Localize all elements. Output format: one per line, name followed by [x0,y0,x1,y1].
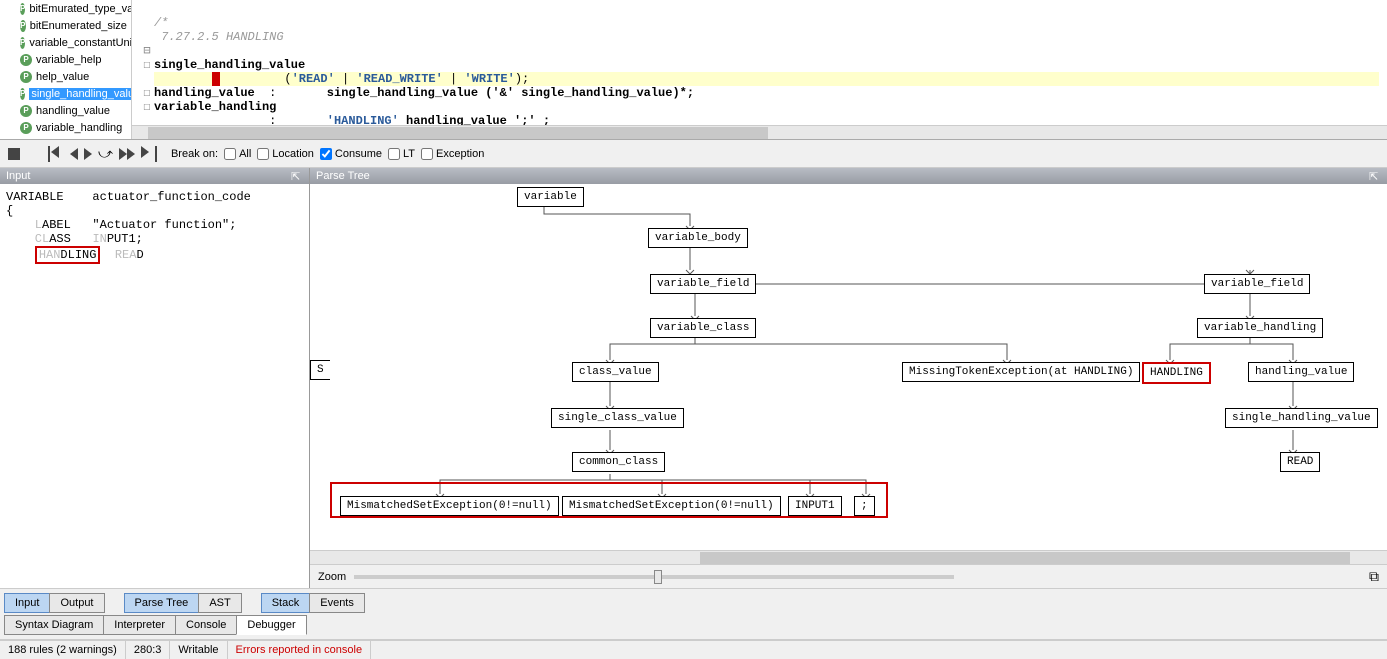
tab-output[interactable]: Output [49,593,104,613]
tab-stack[interactable]: Stack [261,593,311,613]
rule-item[interactable]: Pvariable_help [0,51,131,68]
zoom-slider[interactable] [354,575,954,579]
parse-tree-canvas[interactable]: variable variable_body S variable_field … [310,184,1387,550]
status-errors: Errors reported in console [228,641,372,659]
rules-list[interactable]: PbitEmurated_type_value PbitEnumerated_s… [0,0,132,139]
tab-console[interactable]: Console [175,615,237,635]
tab-input[interactable]: Input [4,593,50,613]
tree-node[interactable]: single_handling_value [1225,408,1378,428]
step-over-button[interactable]: ⤻ [98,145,113,162]
parser-rule-icon: P [20,88,25,100]
tree-node[interactable]: handling_value [1248,362,1354,382]
tree-node[interactable]: variable_field [1204,274,1310,294]
bookmark-icon[interactable]: ☐ [140,58,154,72]
rule-item[interactable]: PbitEnumerated_size [0,17,131,34]
code-rule-name: variable_handling [154,100,276,114]
code-editor[interactable]: /* 7.27.2.5 HANDLING ⊟ ☐single_handling_… [132,0,1387,139]
parse-tree-panel-header: Parse Tree ⇱ [310,168,1387,184]
zoom-thumb[interactable] [654,570,662,584]
parser-rule-icon: P [20,54,32,66]
status-rules: 188 rules (2 warnings) [0,641,126,659]
parser-rule-icon: P [20,37,25,49]
rule-item[interactable]: Pvariable_constantUnit [0,34,131,51]
input-text-area[interactable]: VARIABLE actuator_function_code { LABEL … [0,184,309,588]
rule-item[interactable]: Phandling_value [0,102,131,119]
rule-item-selected[interactable]: Psingle_handling_value [0,85,131,102]
status-writable: Writable [170,641,227,659]
rule-item[interactable]: Phelp_value [0,68,131,85]
tab-events[interactable]: Events [309,593,365,613]
rule-item[interactable]: PbitEmurated_type_value [0,0,131,17]
code-rule-name: single_handling_value [154,58,305,72]
tab-syntax-diagram[interactable]: Syntax Diagram [4,615,104,635]
code-comment: 7.27.2.5 HANDLING [154,30,284,44]
step-back-button[interactable] [70,148,78,160]
parser-rule-icon: P [20,122,32,134]
status-bar: 188 rules (2 warnings) 280:3 Writable Er… [0,640,1387,659]
code-comment: /* [154,16,168,30]
break-location-checkbox[interactable]: Location [257,148,314,160]
code-rule-name: handling_value [154,86,255,100]
collapse-tree-icon[interactable]: ⧉ [1369,568,1379,585]
go-to-start-button[interactable] [48,146,64,162]
debug-toolbar: ⤻ Break on: All Location Consume LT Exce… [0,140,1387,168]
bookmark-icon[interactable]: ☐ [140,100,154,114]
rule-item[interactable]: Pvariable_handling [0,119,131,136]
parser-rule-icon: P [20,3,25,15]
tree-node[interactable]: variable_field [650,274,756,294]
tree-node[interactable]: READ [1280,452,1320,472]
tree-node[interactable]: MismatchedSetException(0!=null) [562,496,781,516]
horizontal-scrollbar[interactable] [132,125,1387,139]
horizontal-scrollbar[interactable] [310,550,1387,564]
step-forward-button[interactable] [84,148,92,160]
tree-node[interactable]: variable_handling [1197,318,1323,338]
tab-debugger[interactable]: Debugger [236,615,306,635]
parser-rule-icon: P [20,71,32,83]
break-on-label: Break on: [171,148,218,160]
go-to-end-button[interactable] [141,146,157,162]
tree-node[interactable]: single_class_value [551,408,684,428]
tab-parse-tree[interactable]: Parse Tree [124,593,200,613]
tree-node[interactable]: common_class [572,452,665,472]
stop-button[interactable] [8,148,20,160]
tab-ast[interactable]: AST [198,593,241,613]
tree-node[interactable]: variable_body [648,228,748,248]
parser-rule-icon: P [20,20,26,32]
tab-interpreter[interactable]: Interpreter [103,615,176,635]
expand-icon[interactable]: ⇱ [291,170,303,182]
tree-node[interactable]: MissingTokenException(at HANDLING) [902,362,1140,382]
tree-node-error[interactable]: HANDLING [1142,362,1211,384]
tree-node[interactable]: class_value [572,362,659,382]
expand-icon[interactable]: ⇱ [1369,170,1381,182]
main-tabs: Syntax Diagram Interpreter Console Debug… [0,613,1387,640]
view-tabs: Input Output Parse Tree AST Stack Events [0,588,1387,613]
tree-node[interactable]: variable [517,187,584,207]
tree-node[interactable]: MismatchedSetException(0!=null) [340,496,559,516]
break-all-checkbox[interactable]: All [224,148,251,160]
tree-node[interactable]: INPUT1 [788,496,842,516]
status-position: 280:3 [126,641,171,659]
break-consume-checkbox[interactable]: Consume [320,148,382,160]
parser-rule-icon: P [20,105,32,117]
break-lt-checkbox[interactable]: LT [388,148,415,160]
fast-forward-button[interactable] [119,148,135,160]
tree-node[interactable]: ; [854,496,875,516]
zoom-label: Zoom [318,571,346,583]
fold-icon[interactable]: ⊟ [140,44,154,58]
bookmark-icon[interactable]: ☐ [140,86,154,100]
break-exception-checkbox[interactable]: Exception [421,148,484,160]
tree-node-cut[interactable]: S [310,360,330,380]
tree-node[interactable]: variable_class [650,318,756,338]
current-token-highlight: HANDLING [35,246,101,264]
input-panel-header: Input ⇱ [0,168,309,184]
